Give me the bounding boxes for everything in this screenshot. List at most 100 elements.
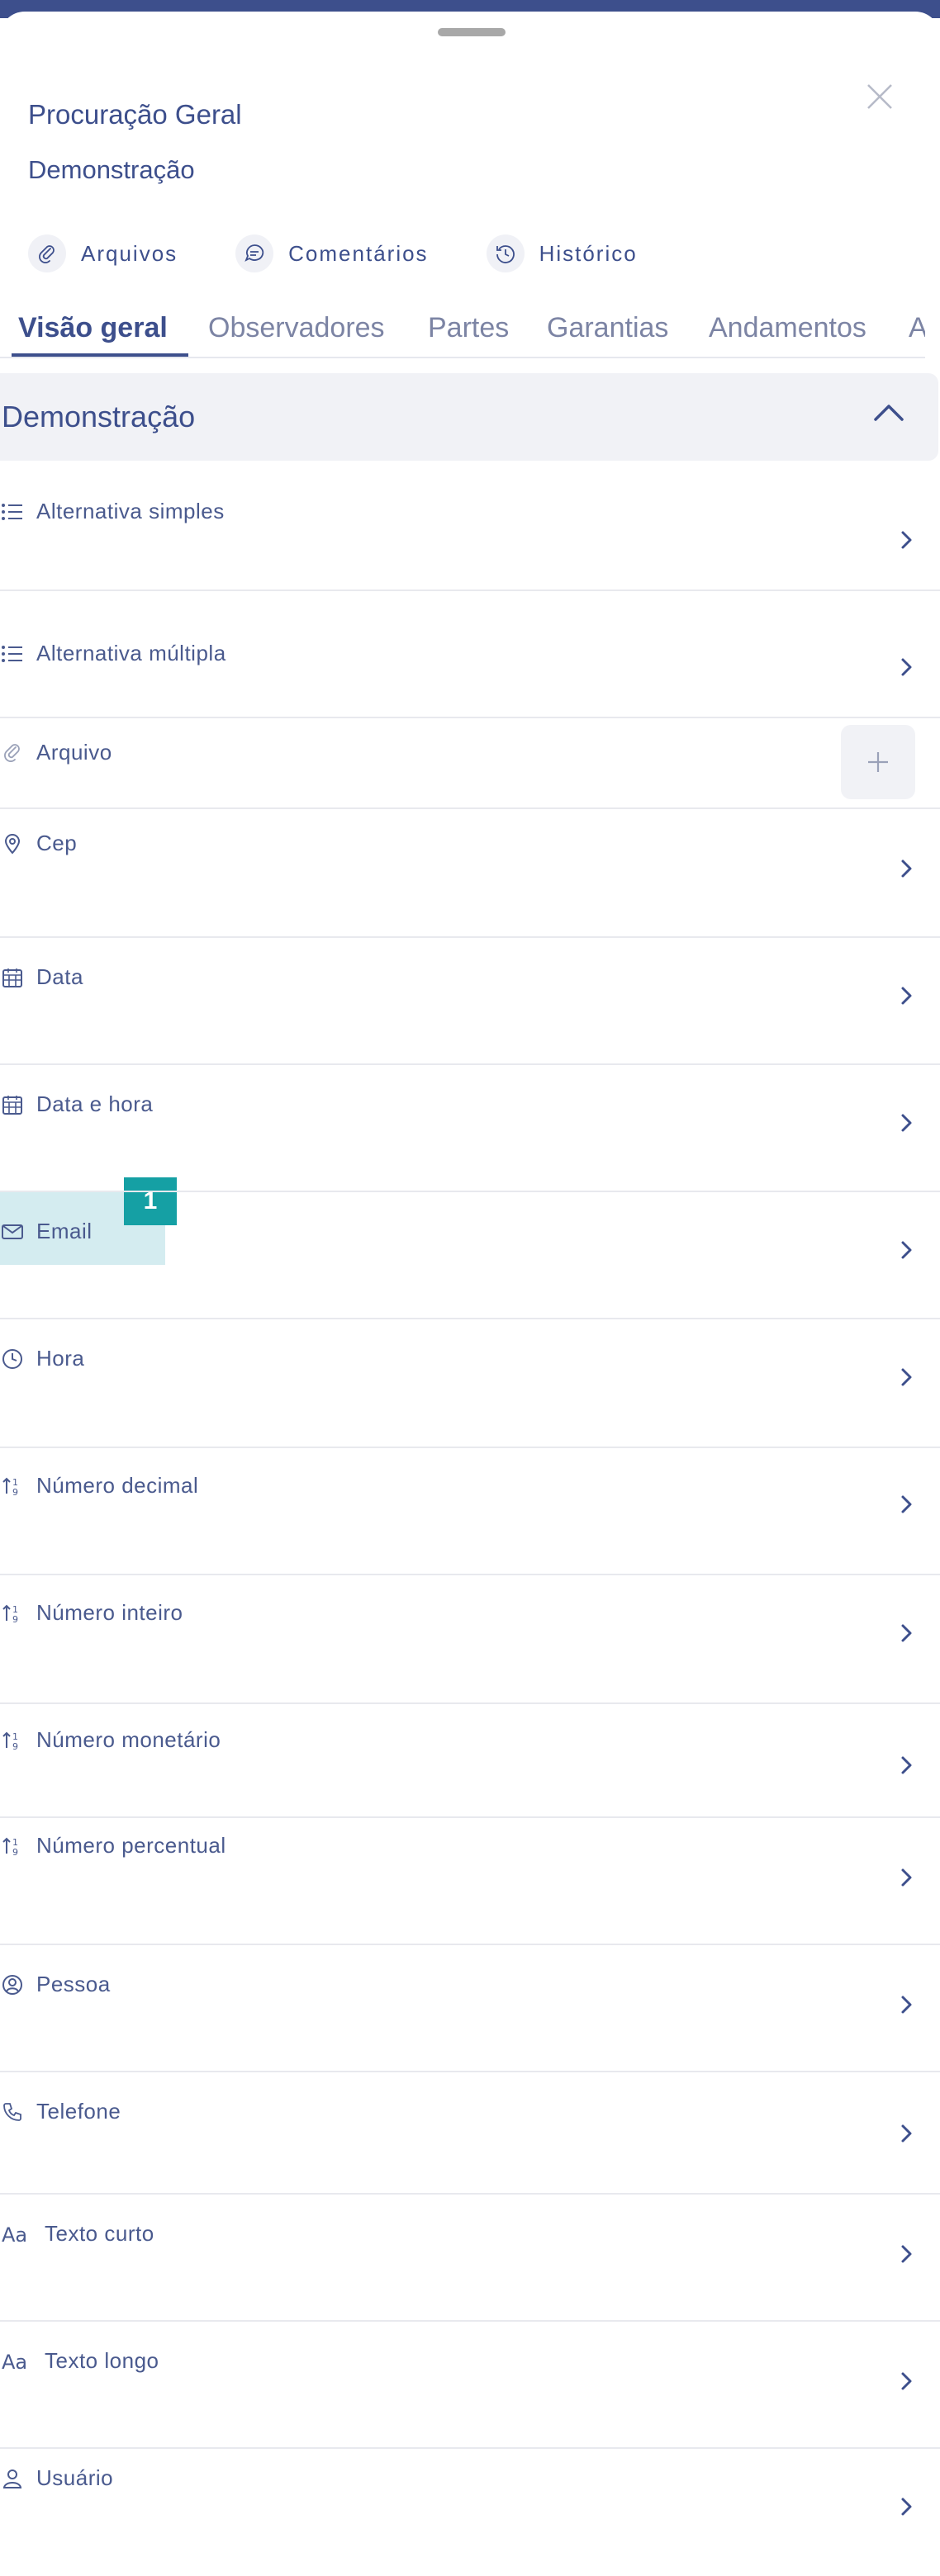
field-label: Alternativa simples bbox=[36, 499, 225, 523]
field-row[interactable]: Pessoa bbox=[0, 1947, 940, 2072]
field-label: Texto longo bbox=[45, 2348, 159, 2373]
chevron-right-icon[interactable] bbox=[900, 859, 914, 878]
field-label: Alternativa múltipla bbox=[36, 641, 226, 665]
svg-text:9: 9 bbox=[12, 1614, 18, 1624]
text-icon: Aa bbox=[0, 2222, 33, 2247]
chevron-right-icon[interactable] bbox=[900, 1868, 914, 1887]
field-label: Texto curto bbox=[45, 2221, 154, 2246]
calendar-icon bbox=[0, 1092, 25, 1117]
field-label-group: Telefone bbox=[0, 2099, 121, 2124]
field-row[interactable]: 1 9 Número inteiro bbox=[0, 1577, 940, 1704]
field-label: Número percentual bbox=[36, 1833, 226, 1858]
tab-observadores[interactable]: Observadores bbox=[208, 312, 385, 344]
envelope-icon bbox=[0, 1219, 25, 1244]
field-label: Telefone bbox=[36, 2099, 121, 2124]
field-label-group: Cep bbox=[0, 831, 77, 856]
chevron-right-icon[interactable] bbox=[900, 1623, 914, 1643]
field-label-group: Arquivo bbox=[0, 740, 112, 765]
field-label-group: 1 9 Número inteiro bbox=[0, 1600, 183, 1626]
chevron-right-icon[interactable] bbox=[900, 1240, 914, 1260]
field-row[interactable]: Arquivo bbox=[0, 720, 940, 809]
field-label-group: Alternativa simples bbox=[0, 499, 225, 524]
field-row[interactable]: Aa Texto longo bbox=[0, 2323, 940, 2449]
field-row[interactable]: Cep bbox=[0, 811, 940, 938]
chevron-right-icon[interactable] bbox=[900, 2497, 914, 2517]
calendar-icon bbox=[0, 965, 25, 990]
field-row[interactable]: Aa Texto curto bbox=[0, 2196, 940, 2322]
history-label: Histórico bbox=[539, 240, 638, 266]
field-row[interactable]: Data e hora bbox=[0, 1067, 940, 1192]
chevron-right-icon[interactable] bbox=[900, 2371, 914, 2391]
chevron-right-icon[interactable] bbox=[900, 2124, 914, 2143]
text-icon: Aa bbox=[0, 2349, 33, 2374]
action-bar: Arquivos Comentários Histórico bbox=[28, 233, 696, 274]
field-label-group: Alternativa múltipla bbox=[0, 641, 226, 666]
field-label-group: Data bbox=[0, 964, 83, 990]
field-label-group: Email bbox=[0, 1219, 93, 1244]
page-subtitle: Demonstração bbox=[28, 155, 195, 184]
field-row[interactable]: 1 9 Número percentual bbox=[0, 1820, 940, 1945]
chevron-right-icon[interactable] bbox=[900, 1755, 914, 1775]
phone-icon bbox=[0, 2100, 25, 2124]
comments-button[interactable]: Comentários bbox=[235, 234, 428, 272]
user-icon bbox=[0, 2466, 25, 2491]
bottom-sheet: Procuração Geral Demonstração Arquivos C… bbox=[0, 0, 940, 2576]
tab-bar: Visão geral Observadores Partes Garantia… bbox=[0, 309, 925, 358]
history-icon bbox=[486, 234, 525, 272]
list-icon bbox=[0, 500, 25, 524]
chevron-up-icon bbox=[872, 403, 905, 423]
drag-handle[interactable] bbox=[438, 28, 506, 36]
field-row[interactable]: 1 9 Número decimal bbox=[0, 1450, 940, 1575]
chevron-right-icon[interactable] bbox=[900, 530, 914, 550]
tab-visao-geral[interactable]: Visão geral bbox=[18, 312, 168, 344]
chevron-right-icon[interactable] bbox=[900, 986, 914, 1006]
field-label: Data e hora bbox=[36, 1091, 154, 1116]
field-row[interactable]: 1 9 Número monetário bbox=[0, 1706, 940, 1818]
field-label: Número inteiro bbox=[36, 1600, 183, 1625]
chevron-right-icon[interactable] bbox=[900, 657, 914, 677]
field-row[interactable]: Data bbox=[0, 940, 940, 1065]
history-button[interactable]: Histórico bbox=[486, 234, 638, 272]
section-title: Demonstração bbox=[2, 400, 196, 433]
add-file-button[interactable] bbox=[841, 725, 915, 799]
field-label: Pessoa bbox=[36, 1972, 111, 1996]
field-row[interactable]: Alternativa simples bbox=[0, 466, 940, 591]
paperclip-icon bbox=[0, 741, 25, 765]
tab-partes[interactable]: Partes bbox=[428, 312, 509, 344]
tab-garantias[interactable]: Garantias bbox=[547, 312, 668, 344]
location-pin-icon bbox=[0, 831, 25, 856]
field-row[interactable]: Telefone bbox=[0, 2074, 940, 2195]
page-title: Procuração Geral bbox=[28, 99, 242, 130]
svg-text:Aa: Aa bbox=[2, 2223, 27, 2245]
field-label: Cep bbox=[36, 831, 78, 855]
chevron-right-icon[interactable] bbox=[900, 1367, 914, 1387]
tab-andamentos[interactable]: Andamentos bbox=[709, 312, 866, 344]
tab-overflow[interactable]: A bbox=[909, 312, 925, 344]
comment-icon bbox=[235, 234, 274, 272]
field-label: Hora bbox=[36, 1346, 85, 1371]
section-header[interactable]: Demonstração bbox=[0, 373, 938, 461]
person-circle-icon bbox=[0, 1972, 25, 1997]
field-label-group: Aa Texto longo bbox=[0, 2348, 159, 2374]
field-label: Usuário bbox=[36, 2465, 114, 2490]
list-icon bbox=[0, 642, 25, 666]
svg-text:9: 9 bbox=[12, 1487, 18, 1497]
files-button[interactable]: Arquivos bbox=[28, 234, 178, 272]
field-label-group: 1 9 Número decimal bbox=[0, 1473, 198, 1499]
chevron-right-icon[interactable] bbox=[900, 2244, 914, 2264]
chevron-right-icon[interactable] bbox=[900, 1494, 914, 1514]
chevron-right-icon[interactable] bbox=[900, 1995, 914, 2015]
field-row[interactable]: Alternativa múltipla bbox=[0, 593, 940, 718]
field-row[interactable]: Email bbox=[0, 1194, 940, 1319]
clock-icon bbox=[0, 1347, 25, 1371]
field-label: Data bbox=[36, 964, 83, 989]
field-label-group: Hora bbox=[0, 1346, 84, 1371]
field-label: Número monetário bbox=[36, 1727, 221, 1752]
field-row[interactable]: Usuário bbox=[0, 2451, 940, 2576]
chevron-right-icon[interactable] bbox=[900, 1113, 914, 1133]
field-label-group: Data e hora bbox=[0, 1091, 153, 1117]
files-label: Arquivos bbox=[81, 240, 178, 266]
field-row[interactable]: Hora bbox=[0, 1321, 940, 1448]
close-button[interactable] bbox=[862, 79, 897, 114]
field-label-group: 1 9 Número percentual bbox=[0, 1833, 226, 1859]
